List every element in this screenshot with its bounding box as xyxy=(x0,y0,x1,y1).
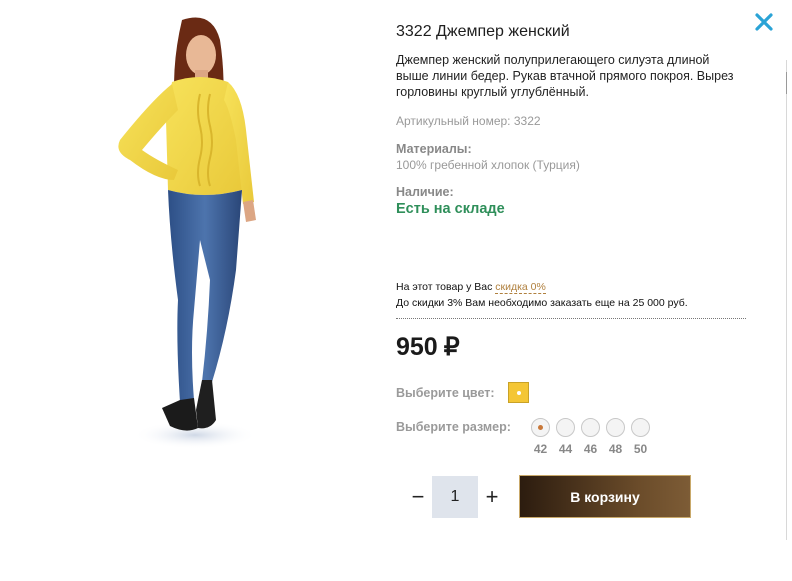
product-quick-view-modal: 3322 Джемпер женский Джемпер женский пол… xyxy=(0,0,792,581)
availability-block: Наличие: Есть на складе xyxy=(396,185,756,217)
scrollbar-thumb[interactable] xyxy=(786,72,792,94)
add-to-cart-button[interactable]: В корзину xyxy=(519,475,691,518)
color-label: Выберите цвет: xyxy=(396,385,495,400)
size-value: 50 xyxy=(633,442,648,456)
discount-line-1: На этот товар у Вас скидка 0% xyxy=(396,279,746,295)
size-radio[interactable] xyxy=(581,418,600,437)
size-radio[interactable] xyxy=(631,418,650,437)
increase-quantity-button[interactable]: + xyxy=(478,477,506,517)
size-radio[interactable] xyxy=(556,418,575,437)
size-radio[interactable] xyxy=(606,418,625,437)
size-option-44[interactable]: 44 xyxy=(553,418,578,456)
size-value: 46 xyxy=(583,442,598,456)
availability-label: Наличие: xyxy=(396,185,454,199)
availability-status: Есть на складе xyxy=(396,201,505,217)
product-photo xyxy=(118,17,257,449)
size-option-48[interactable]: 48 xyxy=(603,418,628,456)
discount-prefix: На этот товар у Вас xyxy=(396,281,496,293)
size-value: 42 xyxy=(533,442,548,456)
decrease-quantity-button[interactable]: − xyxy=(404,477,432,517)
price: 950 ₽ xyxy=(396,332,460,362)
size-option-42[interactable]: 42 xyxy=(528,418,553,456)
size-label: Выберите размер: xyxy=(396,420,511,434)
size-option-46[interactable]: 46 xyxy=(578,418,603,456)
scrollbar[interactable] xyxy=(786,60,792,540)
product-info: 3322 Джемпер женский Джемпер женский пол… xyxy=(396,22,756,217)
quantity-stepper: − + xyxy=(404,476,506,518)
discount-line-2: До скидки 3% Вам необходимо заказать еще… xyxy=(396,297,688,309)
size-options: 42 44 46 48 50 xyxy=(528,418,653,456)
quantity-input[interactable] xyxy=(432,476,478,518)
product-title: 3322 Джемпер женский xyxy=(396,23,570,40)
product-description: Джемпер женский полуприлегающего силуэта… xyxy=(396,53,734,99)
color-swatch-yellow[interactable] xyxy=(507,382,529,403)
size-value: 48 xyxy=(608,442,623,456)
color-selector: Выберите цвет: xyxy=(396,382,529,403)
size-value: 44 xyxy=(558,442,573,456)
materials-label: Материалы: xyxy=(396,142,472,156)
currency-symbol: ₽ xyxy=(443,333,460,361)
price-amount: 950 xyxy=(396,333,438,361)
size-radio[interactable] xyxy=(531,418,550,437)
article-number: Артикульный номер: 3322 xyxy=(396,114,541,128)
divider xyxy=(396,318,746,319)
discount-info: На этот товар у Вас скидка 0% До скидки … xyxy=(396,279,746,311)
materials-value: 100% гребенной хлопок (Турция) xyxy=(396,158,580,172)
size-option-50[interactable]: 50 xyxy=(628,418,653,456)
discount-link[interactable]: скидка 0% xyxy=(495,281,546,294)
materials-block: Материалы: 100% гребенной хлопок (Турция… xyxy=(396,142,756,172)
